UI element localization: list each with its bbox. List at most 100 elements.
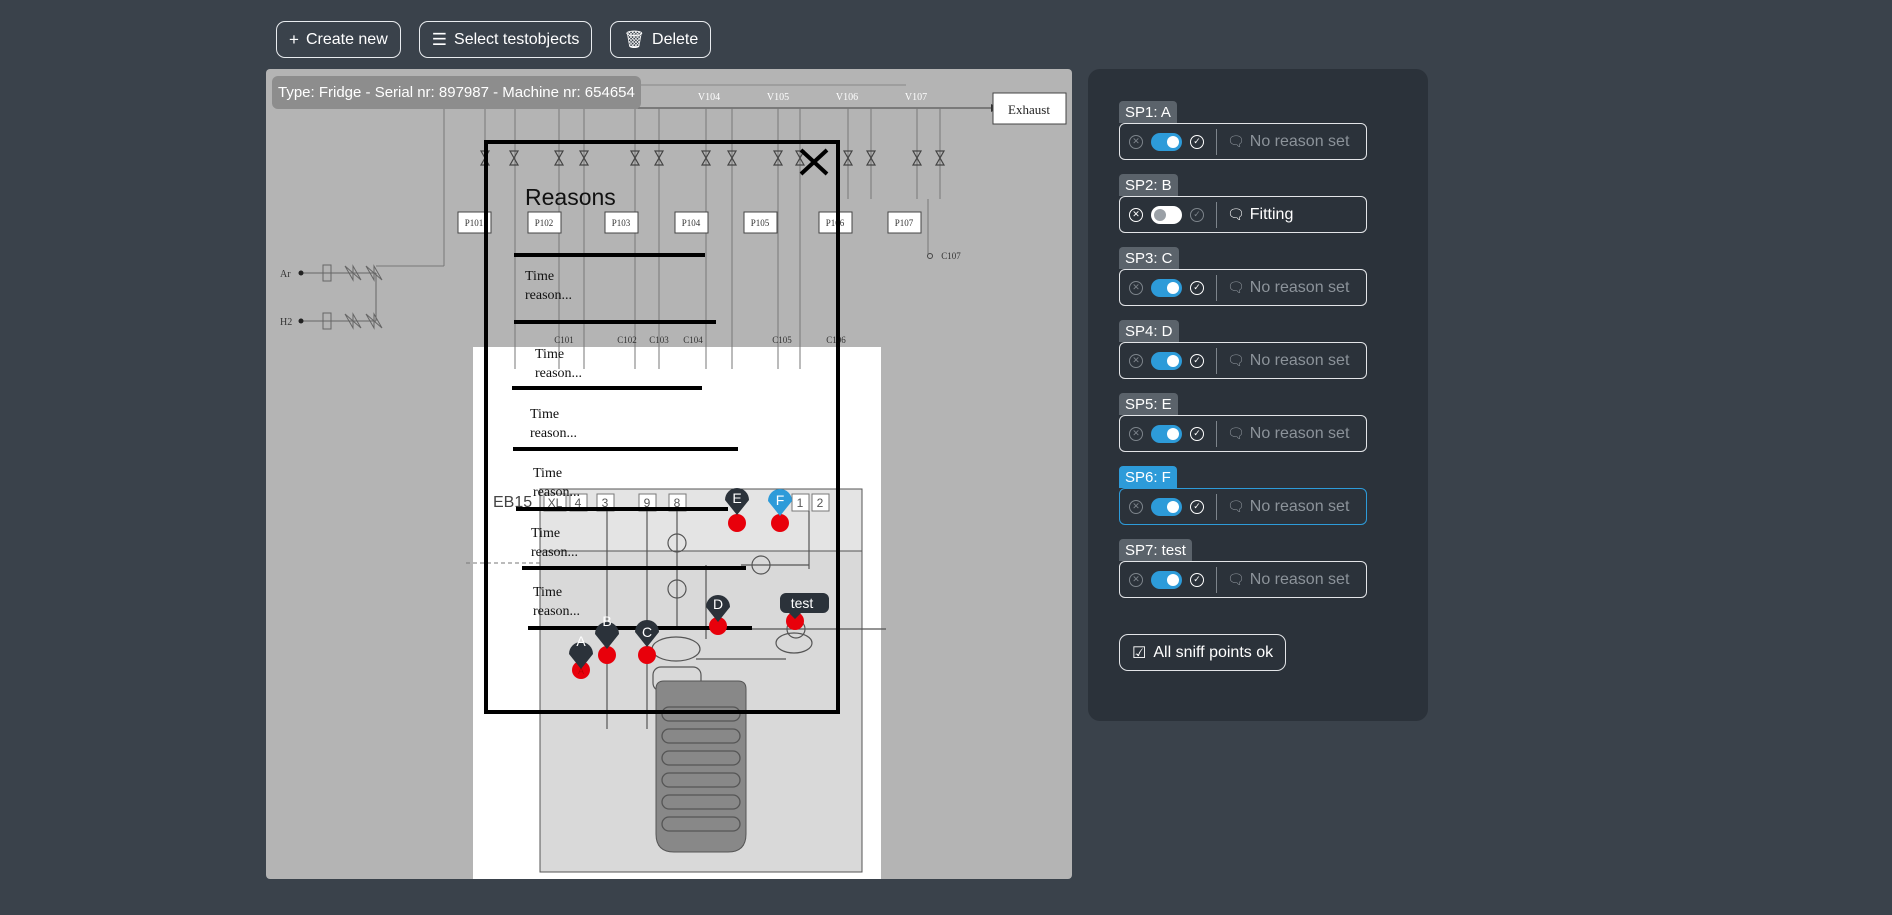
comment-icon: 🗨 xyxy=(1227,498,1245,514)
valve-label: V105 xyxy=(767,92,789,103)
reason-button[interactable]: 🗨 No reason set xyxy=(1227,133,1349,151)
reject-icon[interactable]: ✕ xyxy=(1129,572,1143,587)
pump-label: P103 xyxy=(612,218,631,228)
enable-toggle[interactable] xyxy=(1151,278,1182,297)
sniff-point-controls: ✕ ✓ 🗨 No reason set xyxy=(1119,269,1367,306)
divider xyxy=(1216,128,1217,155)
select-testobjects-button[interactable]: ☰ Select testobjects xyxy=(418,21,593,58)
marker-c-label: C xyxy=(642,624,652,640)
divider xyxy=(1216,347,1217,374)
reject-icon[interactable]: ✕ xyxy=(1129,134,1143,149)
reason-text: No reason set xyxy=(1249,132,1350,150)
reason-item[interactable]: Time reason... xyxy=(525,269,572,303)
sniff-point-row[interactable]: SP3: C ✕ ✓ 🗨 No reason set xyxy=(1119,247,1367,306)
all-sniff-points-ok-button[interactable]: ☑ All sniff points ok xyxy=(1119,634,1287,671)
sniff-point-row[interactable]: SP5: E ✕ ✓ 🗨 No reason set xyxy=(1119,393,1367,452)
checklist-icon: ☑ xyxy=(1132,644,1147,662)
list-icon: ☰ xyxy=(431,30,448,49)
create-new-label: Create new xyxy=(305,30,388,48)
delete-label: Delete xyxy=(652,30,699,48)
reason-button[interactable]: 🗨 No reason set xyxy=(1227,571,1349,589)
delete-button[interactable]: 🗑 Delete xyxy=(610,21,712,58)
sniff-point-row[interactable]: SP6: F ✕ ✓ 🗨 No reason set xyxy=(1119,466,1367,525)
divider xyxy=(1216,566,1217,593)
approve-icon[interactable]: ✓ xyxy=(1190,280,1204,295)
sniff-points-panel: SP1: A ✕ ✓ 🗨 No reason set SP2: B ✕ ✓ 🗨 Fitting SP… xyxy=(1088,69,1428,721)
valve-label: V106 xyxy=(836,92,858,103)
sniff-point-controls: ✕ ✓ 🗨 No reason set xyxy=(1119,415,1367,452)
reason-text: No reason set xyxy=(1249,570,1350,588)
sniff-point-label: SP6: F xyxy=(1119,466,1177,488)
marker-f-label: F xyxy=(776,492,785,508)
reject-icon[interactable]: ✕ xyxy=(1129,499,1143,514)
pump-label: P104 xyxy=(682,218,701,228)
create-new-button[interactable]: + Create new xyxy=(276,21,401,58)
approve-icon[interactable]: ✓ xyxy=(1190,134,1204,149)
marker-b-label: B xyxy=(602,613,611,629)
h2-label: H2 xyxy=(280,317,292,328)
pump-label: P105 xyxy=(751,218,770,228)
sniff-point-row[interactable]: SP2: B ✕ ✓ 🗨 Fitting xyxy=(1119,174,1367,233)
column-label: C101 xyxy=(554,335,574,345)
marker-test-label: test xyxy=(791,595,814,611)
reason-button[interactable]: 🗨 No reason set xyxy=(1227,352,1349,370)
sniff-point-controls: ✕ ✓ 🗨 No reason set xyxy=(1119,488,1367,525)
diagram-viewer[interactable]: Exhaust V104 V105 V106 V107 P101 P102 P1… xyxy=(266,69,1072,879)
port-label: 1 xyxy=(797,496,804,510)
sniff-point-row[interactable]: SP1: A ✕ ✓ 🗨 No reason set xyxy=(1119,101,1367,160)
divider xyxy=(1216,274,1217,301)
comment-icon: 🗨 xyxy=(1227,206,1245,222)
sniff-point-row[interactable]: SP4: D ✕ ✓ 🗨 No reason set xyxy=(1119,320,1367,379)
reason-text: No reason set xyxy=(1249,497,1350,515)
approve-icon[interactable]: ✓ xyxy=(1190,499,1204,514)
sniff-point-controls: ✕ ✓ 🗨 Fitting xyxy=(1119,196,1367,233)
exhaust-label: Exhaust xyxy=(1008,102,1050,117)
reject-icon[interactable]: ✕ xyxy=(1129,280,1143,295)
sniff-point-row[interactable]: SP7: test ✕ ✓ 🗨 No reason set xyxy=(1119,539,1367,598)
approve-icon[interactable]: ✓ xyxy=(1190,207,1204,222)
sniff-point-controls: ✕ ✓ 🗨 No reason set xyxy=(1119,561,1367,598)
sniff-point-label: SP3: C xyxy=(1119,247,1179,269)
reason-button[interactable]: 🗨 No reason set xyxy=(1227,279,1349,297)
column-label: C102 xyxy=(617,335,637,345)
approve-icon[interactable]: ✓ xyxy=(1190,426,1204,441)
column-label: C104 xyxy=(683,335,703,345)
port-label: 2 xyxy=(817,496,824,510)
reason-item-line: Time xyxy=(525,269,554,284)
enable-toggle[interactable] xyxy=(1151,351,1182,370)
valve-label: V107 xyxy=(905,92,927,103)
reject-icon[interactable]: ✕ xyxy=(1129,426,1143,441)
divider xyxy=(1216,201,1217,228)
enable-toggle[interactable] xyxy=(1151,205,1182,224)
diagram-canvas: Exhaust V104 V105 V106 V107 P101 P102 P1… xyxy=(280,84,1067,879)
reason-button[interactable]: 🗨 No reason set xyxy=(1227,425,1349,443)
enable-toggle[interactable] xyxy=(1151,132,1182,151)
toolbar: + Create new ☰ Select testobjects 🗑 Dele… xyxy=(276,21,712,58)
approve-icon[interactable]: ✓ xyxy=(1190,572,1204,587)
reason-button[interactable]: 🗨 No reason set xyxy=(1227,498,1349,516)
sniff-point-label: SP5: E xyxy=(1119,393,1178,415)
reason-text: No reason set xyxy=(1249,278,1350,296)
sniff-point-label: SP4: D xyxy=(1119,320,1179,342)
marker-e-label: E xyxy=(732,490,741,506)
enable-toggle[interactable] xyxy=(1151,424,1182,443)
marker-a-label: A xyxy=(576,633,586,649)
enable-toggle[interactable] xyxy=(1151,497,1182,516)
comment-icon: 🗨 xyxy=(1227,352,1245,368)
reject-icon[interactable]: ✕ xyxy=(1129,353,1143,368)
pump-label: P106 xyxy=(826,218,845,228)
column-label: C105 xyxy=(772,335,792,345)
sniff-point-label: SP2: B xyxy=(1119,174,1178,196)
reject-icon[interactable]: ✕ xyxy=(1129,207,1143,222)
testobject-info-badge: Type: Fridge - Serial nr: 897987 - Machi… xyxy=(272,76,641,109)
close-icon[interactable] xyxy=(799,148,829,176)
reason-button[interactable]: 🗨 Fitting xyxy=(1227,206,1293,224)
sniff-point-label: SP7: test xyxy=(1119,539,1192,561)
enable-toggle[interactable] xyxy=(1151,570,1182,589)
pipes xyxy=(376,108,941,369)
approve-icon[interactable]: ✓ xyxy=(1190,353,1204,368)
comment-icon: 🗨 xyxy=(1227,571,1245,587)
reason-text: No reason set xyxy=(1249,351,1350,369)
pump-label: P101 xyxy=(465,218,484,228)
gas-inlets xyxy=(301,264,383,330)
